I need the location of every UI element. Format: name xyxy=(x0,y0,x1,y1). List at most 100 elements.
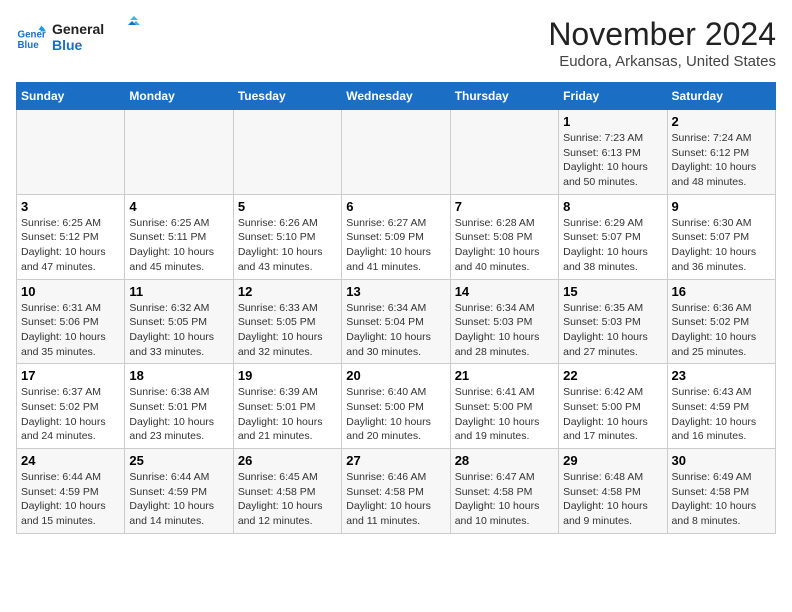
day-number: 20 xyxy=(346,368,445,383)
day-of-week-header: Thursday xyxy=(450,83,558,110)
calendar-week-row: 17 Sunrise: 6:37 AM Sunset: 5:02 PM Dayli… xyxy=(17,364,776,449)
day-detail: Sunrise: 6:44 AM Sunset: 4:59 PM Dayligh… xyxy=(21,470,120,529)
day-detail: Sunrise: 6:32 AM Sunset: 5:05 PM Dayligh… xyxy=(129,301,228,360)
day-detail: Sunrise: 6:35 AM Sunset: 5:03 PM Dayligh… xyxy=(563,301,662,360)
calendar-cell: 14Sunrise: 6:34 AM Sunset: 5:03 PM Dayli… xyxy=(450,279,558,364)
day-detail: Sunrise: 6:34 AM Sunset: 5:04 PM Dayligh… xyxy=(346,301,445,360)
day-of-week-header: Friday xyxy=(559,83,667,110)
day-number: 3 xyxy=(21,199,120,214)
logo-icon: General Blue xyxy=(16,24,46,54)
calendar-cell: 6Sunrise: 6:27 AM Sunset: 5:09 PM Daylig… xyxy=(342,194,450,279)
calendar-header-row: SundayMondayTuesdayWednesdayThursdayFrid… xyxy=(17,83,776,110)
calendar-week-row: 3 Sunrise: 6:25 AM Sunset: 5:12 PM Daylig… xyxy=(17,194,776,279)
day-detail: Sunrise: 6:34 AM Sunset: 5:03 PM Dayligh… xyxy=(455,301,554,360)
calendar-cell: 23 Sunrise: 6:43 AM Sunset: 4:59 PM Dayli… xyxy=(667,364,775,449)
calendar-week-row: 1 Sunrise: 7:23 AM Sunset: 6:13 PM Daylig… xyxy=(17,110,776,195)
day-detail: Sunrise: 6:31 AM Sunset: 5:06 PM Dayligh… xyxy=(21,301,120,360)
calendar-cell: 24 Sunrise: 6:44 AM Sunset: 4:59 PM Dayli… xyxy=(17,449,125,534)
day-number: 26 xyxy=(238,453,337,468)
day-number: 24 xyxy=(21,453,120,468)
day-detail: Sunrise: 6:39 AM Sunset: 5:01 PM Dayligh… xyxy=(238,385,337,444)
calendar-cell: 21Sunrise: 6:41 AM Sunset: 5:00 PM Dayli… xyxy=(450,364,558,449)
day-number: 22 xyxy=(563,368,662,383)
day-of-week-header: Wednesday xyxy=(342,83,450,110)
calendar-cell: 16 Sunrise: 6:36 AM Sunset: 5:02 PM Dayli… xyxy=(667,279,775,364)
day-number: 16 xyxy=(672,284,771,299)
day-number: 12 xyxy=(238,284,337,299)
day-detail: Sunrise: 7:24 AM Sunset: 6:12 PM Dayligh… xyxy=(672,131,771,190)
calendar-cell: 11 Sunrise: 6:32 AM Sunset: 5:05 PM Dayli… xyxy=(125,279,233,364)
day-number: 1 xyxy=(563,114,662,129)
day-detail: Sunrise: 6:38 AM Sunset: 5:01 PM Dayligh… xyxy=(129,385,228,444)
day-number: 17 xyxy=(21,368,120,383)
day-detail: Sunrise: 6:29 AM Sunset: 5:07 PM Dayligh… xyxy=(563,216,662,275)
calendar-cell: 15Sunrise: 6:35 AM Sunset: 5:03 PM Dayli… xyxy=(559,279,667,364)
svg-text:Blue: Blue xyxy=(52,37,83,53)
day-of-week-header: Sunday xyxy=(17,83,125,110)
calendar-cell: 18Sunrise: 6:38 AM Sunset: 5:01 PM Dayli… xyxy=(125,364,233,449)
day-number: 11 xyxy=(129,284,228,299)
day-detail: Sunrise: 6:28 AM Sunset: 5:08 PM Dayligh… xyxy=(455,216,554,275)
day-detail: Sunrise: 6:37 AM Sunset: 5:02 PM Dayligh… xyxy=(21,385,120,444)
calendar-cell xyxy=(125,110,233,195)
day-detail: Sunrise: 6:42 AM Sunset: 5:00 PM Dayligh… xyxy=(563,385,662,444)
calendar-cell: 30Sunrise: 6:49 AM Sunset: 4:58 PM Dayli… xyxy=(667,449,775,534)
calendar-cell: 29Sunrise: 6:48 AM Sunset: 4:58 PM Dayli… xyxy=(559,449,667,534)
svg-text:General: General xyxy=(52,21,104,37)
day-detail: Sunrise: 6:26 AM Sunset: 5:10 PM Dayligh… xyxy=(238,216,337,275)
day-number: 23 xyxy=(672,368,771,383)
day-detail: Sunrise: 6:33 AM Sunset: 5:05 PM Dayligh… xyxy=(238,301,337,360)
calendar-cell: 28 Sunrise: 6:47 AM Sunset: 4:58 PM Dayli… xyxy=(450,449,558,534)
day-detail: Sunrise: 6:45 AM Sunset: 4:58 PM Dayligh… xyxy=(238,470,337,529)
calendar-week-row: 24 Sunrise: 6:44 AM Sunset: 4:59 PM Dayli… xyxy=(17,449,776,534)
calendar-cell: 2 Sunrise: 7:24 AM Sunset: 6:12 PM Daylig… xyxy=(667,110,775,195)
logo-svg: General Blue xyxy=(52,16,142,56)
calendar-table: SundayMondayTuesdayWednesdayThursdayFrid… xyxy=(16,82,776,534)
calendar-cell: 9 Sunrise: 6:30 AM Sunset: 5:07 PM Daylig… xyxy=(667,194,775,279)
calendar-cell xyxy=(450,110,558,195)
day-number: 4 xyxy=(129,199,228,214)
calendar-cell: 3 Sunrise: 6:25 AM Sunset: 5:12 PM Daylig… xyxy=(17,194,125,279)
day-detail: Sunrise: 6:36 AM Sunset: 5:02 PM Dayligh… xyxy=(672,301,771,360)
calendar-cell: 4 Sunrise: 6:25 AM Sunset: 5:11 PM Daylig… xyxy=(125,194,233,279)
calendar-cell: 1 Sunrise: 7:23 AM Sunset: 6:13 PM Daylig… xyxy=(559,110,667,195)
svg-text:Blue: Blue xyxy=(18,40,40,51)
day-number: 2 xyxy=(672,114,771,129)
day-number: 10 xyxy=(21,284,120,299)
day-detail: Sunrise: 6:25 AM Sunset: 5:12 PM Dayligh… xyxy=(21,216,120,275)
day-detail: Sunrise: 6:27 AM Sunset: 5:09 PM Dayligh… xyxy=(346,216,445,275)
day-detail: Sunrise: 6:30 AM Sunset: 5:07 PM Dayligh… xyxy=(672,216,771,275)
day-detail: Sunrise: 6:40 AM Sunset: 5:00 PM Dayligh… xyxy=(346,385,445,444)
day-detail: Sunrise: 6:49 AM Sunset: 4:58 PM Dayligh… xyxy=(672,470,771,529)
calendar-cell: 13 Sunrise: 6:34 AM Sunset: 5:04 PM Dayli… xyxy=(342,279,450,364)
day-number: 28 xyxy=(455,453,554,468)
day-detail: Sunrise: 6:44 AM Sunset: 4:59 PM Dayligh… xyxy=(129,470,228,529)
calendar-cell: 5Sunrise: 6:26 AM Sunset: 5:10 PM Daylig… xyxy=(233,194,341,279)
logo: General Blue General Blue xyxy=(16,16,142,61)
day-number: 21 xyxy=(455,368,554,383)
calendar-cell: 20 Sunrise: 6:40 AM Sunset: 5:00 PM Dayli… xyxy=(342,364,450,449)
day-number: 9 xyxy=(672,199,771,214)
day-number: 19 xyxy=(238,368,337,383)
day-number: 29 xyxy=(563,453,662,468)
calendar-cell: 25Sunrise: 6:44 AM Sunset: 4:59 PM Dayli… xyxy=(125,449,233,534)
calendar-cell xyxy=(342,110,450,195)
day-detail: Sunrise: 6:47 AM Sunset: 4:58 PM Dayligh… xyxy=(455,470,554,529)
calendar-cell: 17 Sunrise: 6:37 AM Sunset: 5:02 PM Dayli… xyxy=(17,364,125,449)
calendar-cell: 12 Sunrise: 6:33 AM Sunset: 5:05 PM Dayli… xyxy=(233,279,341,364)
day-detail: Sunrise: 6:25 AM Sunset: 5:11 PM Dayligh… xyxy=(129,216,228,275)
day-detail: Sunrise: 7:23 AM Sunset: 6:13 PM Dayligh… xyxy=(563,131,662,190)
page-title: November 2024 xyxy=(548,16,776,53)
calendar-week-row: 10 Sunrise: 6:31 AM Sunset: 5:06 PM Dayli… xyxy=(17,279,776,364)
day-of-week-header: Saturday xyxy=(667,83,775,110)
calendar-cell: 26 Sunrise: 6:45 AM Sunset: 4:58 PM Dayli… xyxy=(233,449,341,534)
day-number: 7 xyxy=(455,199,554,214)
calendar-cell: 8 Sunrise: 6:29 AM Sunset: 5:07 PM Daylig… xyxy=(559,194,667,279)
page-header: General Blue General Blue November 2024 … xyxy=(16,16,776,70)
day-number: 13 xyxy=(346,284,445,299)
day-number: 8 xyxy=(563,199,662,214)
day-detail: Sunrise: 6:43 AM Sunset: 4:59 PM Dayligh… xyxy=(672,385,771,444)
day-of-week-header: Tuesday xyxy=(233,83,341,110)
calendar-cell: 7 Sunrise: 6:28 AM Sunset: 5:08 PM Daylig… xyxy=(450,194,558,279)
calendar-cell: 19 Sunrise: 6:39 AM Sunset: 5:01 PM Dayli… xyxy=(233,364,341,449)
